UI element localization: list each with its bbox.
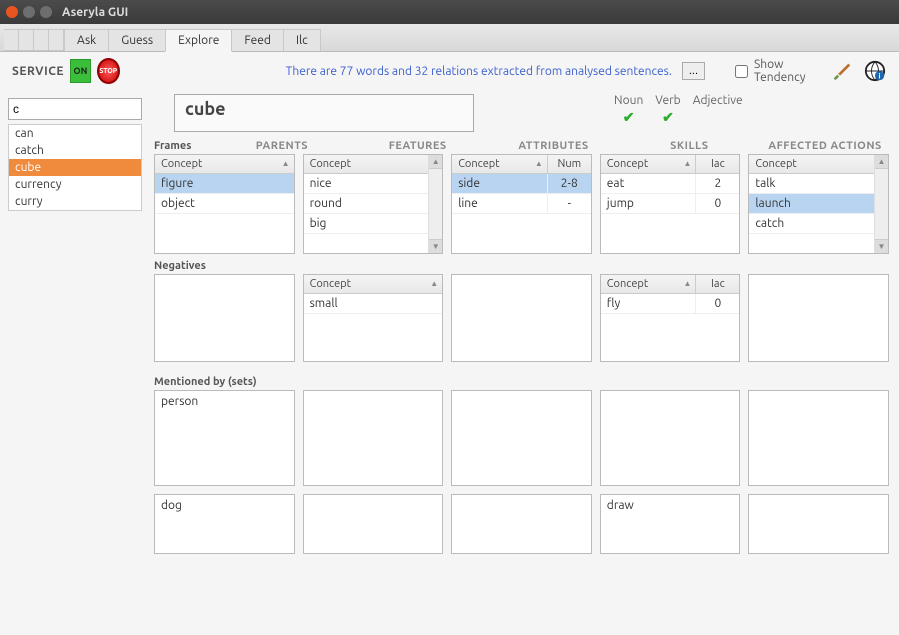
- mentioned-panel: [748, 494, 889, 554]
- wordlist-item[interactable]: can: [9, 125, 141, 142]
- mentioned-panel[interactable]: dog: [154, 494, 295, 554]
- negatives-skills-panel[interactable]: Concept▲Iac fly0: [600, 274, 741, 362]
- section-negatives: Negatives: [154, 260, 889, 272]
- wordlist-item[interactable]: cube: [9, 159, 141, 176]
- search-input[interactable]: [8, 98, 142, 120]
- wordlist-item[interactable]: currency: [9, 176, 141, 193]
- globe-info-icon[interactable]: i: [863, 59, 887, 83]
- service-label: SERVICE: [12, 65, 64, 78]
- scrollbar[interactable]: ▲▼: [428, 155, 442, 253]
- mentioned-panel[interactable]: person: [154, 390, 295, 486]
- section-mentioned: Mentioned by (sets): [154, 376, 889, 388]
- wordlist-item[interactable]: catch: [9, 142, 141, 159]
- frames-features-panel[interactable]: Concept▲ nice round big ▲▼: [303, 154, 444, 254]
- titlebar: Aseryla GUI: [0, 0, 899, 24]
- show-tendency-checkbox[interactable]: [735, 65, 748, 78]
- check-icon: ✔: [662, 109, 674, 126]
- pos-verb: Verb ✔: [655, 94, 680, 126]
- svg-text:i: i: [879, 72, 881, 80]
- show-tendency-toggle[interactable]: Show Tendency: [735, 58, 823, 84]
- table-row: eat2: [601, 174, 740, 194]
- service-bar: SERVICE ON STOP There are 77 words and 3…: [0, 52, 899, 90]
- header-affected: AFFECTED ACTIONS: [761, 138, 889, 154]
- pos-adjective: Adjective: [693, 94, 743, 126]
- frames-parents-panel[interactable]: Concept▲ figure object: [154, 154, 295, 254]
- window-close-button[interactable]: [6, 6, 18, 18]
- frames-skills-panel[interactable]: Concept▲Iac eat2 jump0: [600, 154, 741, 254]
- table-row: nice: [304, 174, 443, 194]
- mentioned-panel: [303, 494, 444, 554]
- mentioned-panel: [303, 390, 444, 486]
- tab-bar: Ask Guess Explore Feed Ilc: [0, 24, 899, 52]
- frames-affected-panel[interactable]: Concept▲ talk launch catch ▲▼: [748, 154, 889, 254]
- concept-title: cube: [174, 94, 474, 132]
- mentioned-panel: [748, 390, 889, 486]
- mentioned-panel: [451, 390, 592, 486]
- table-row: launch: [749, 194, 888, 214]
- negatives-parents-panel: [154, 274, 295, 362]
- toolbar-slot: [49, 29, 64, 51]
- table-row: fly0: [601, 294, 740, 314]
- pos-noun: Noun ✔: [614, 94, 643, 126]
- tab-guess[interactable]: Guess: [108, 29, 166, 51]
- window-title: Aseryla GUI: [62, 6, 128, 19]
- check-icon: ✔: [623, 109, 635, 126]
- table-row: figure: [155, 174, 294, 194]
- negatives-features-panel[interactable]: Concept▲ small: [303, 274, 444, 362]
- service-on-button[interactable]: ON: [70, 59, 91, 83]
- scrollbar[interactable]: ▲▼: [874, 155, 888, 253]
- toolbar-slot: [34, 29, 49, 51]
- tab-ilc[interactable]: Ilc: [283, 29, 321, 51]
- table-row: object: [155, 194, 294, 214]
- table-row: line-: [452, 194, 591, 214]
- negatives-affected-panel: [748, 274, 889, 362]
- table-row: jump0: [601, 194, 740, 214]
- window-maximize-button[interactable]: [40, 6, 52, 18]
- toolbar-slot: [4, 29, 19, 51]
- table-row: side2-8: [452, 174, 591, 194]
- table-row: catch: [749, 214, 888, 234]
- mentioned-panel[interactable]: draw: [600, 494, 741, 554]
- table-row: talk: [749, 174, 888, 194]
- header-skills: SKILLS: [625, 138, 753, 154]
- content-area: cube Noun ✔ Verb ✔ Adjective Frames PARE…: [150, 90, 899, 635]
- header-features: FEATURES: [354, 138, 482, 154]
- sidebar: cancatchcubecurrencycurry: [0, 90, 150, 635]
- mentioned-panel: [600, 390, 741, 486]
- toolbar-slot: [19, 29, 34, 51]
- table-row: big: [304, 214, 443, 234]
- tab-ask[interactable]: Ask: [64, 29, 109, 51]
- show-tendency-label: Show Tendency: [754, 58, 823, 84]
- brush-icon[interactable]: [829, 59, 853, 83]
- tab-feed[interactable]: Feed: [231, 29, 284, 51]
- tab-explore[interactable]: Explore: [165, 29, 232, 52]
- frames-attributes-panel[interactable]: Concept▲Num side2-8 line-: [451, 154, 592, 254]
- mentioned-panel: [451, 494, 592, 554]
- section-frames: Frames: [154, 140, 210, 152]
- header-parents: PARENTS: [218, 138, 346, 154]
- header-attributes: ATTRIBUTES: [490, 138, 618, 154]
- table-row: round: [304, 194, 443, 214]
- table-row: small: [304, 294, 443, 314]
- status-more-button[interactable]: ...: [682, 62, 705, 80]
- wordlist-item[interactable]: curry: [9, 193, 141, 210]
- negatives-attributes-panel: [451, 274, 592, 362]
- wordlist[interactable]: cancatchcubecurrencycurry: [8, 124, 142, 211]
- window-minimize-button[interactable]: [23, 6, 35, 18]
- status-text: There are 77 words and 32 relations extr…: [286, 65, 672, 78]
- service-stop-button[interactable]: STOP: [97, 58, 120, 84]
